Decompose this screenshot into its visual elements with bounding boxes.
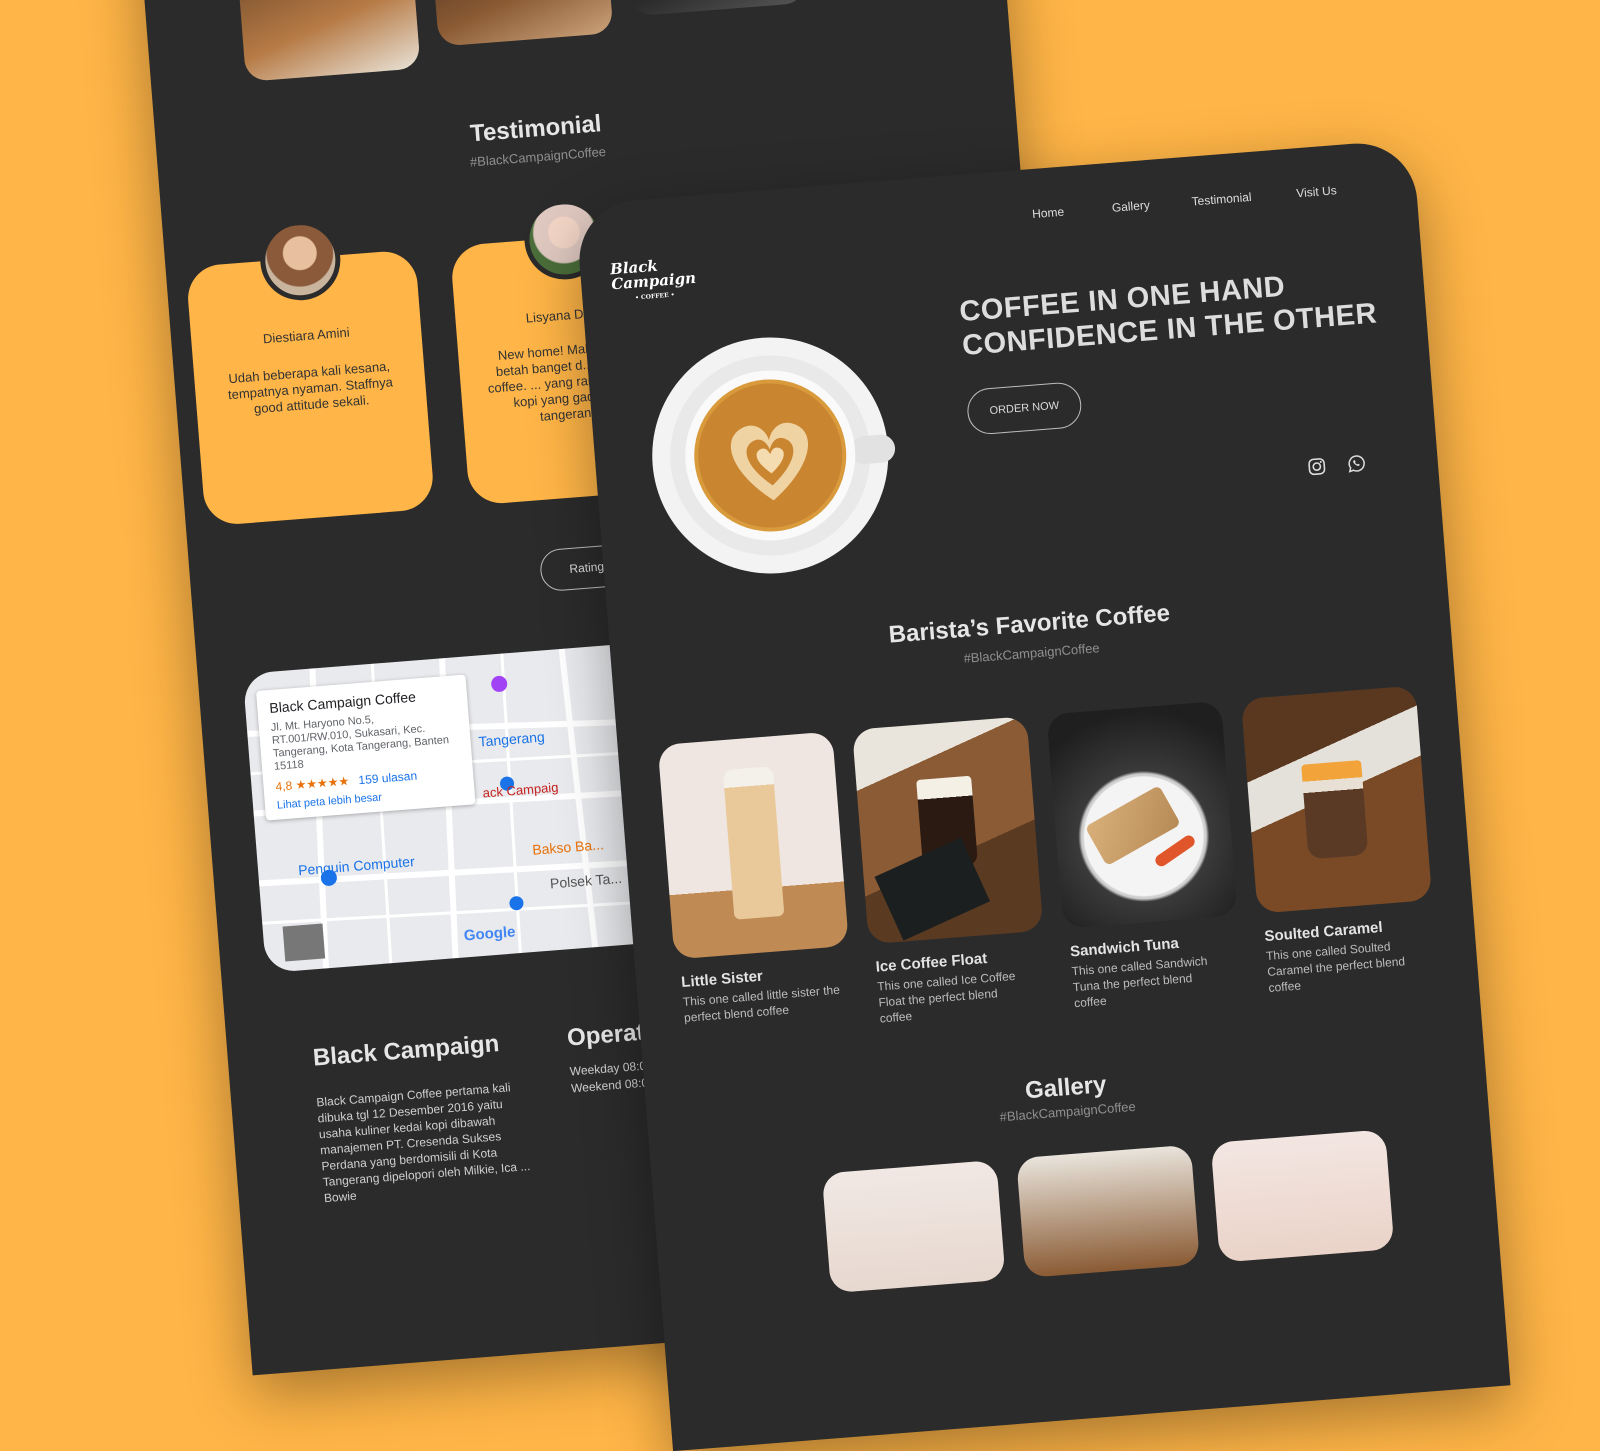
front-page: Black Campaign • COFFEE • Home Gallery T… bbox=[575, 139, 1511, 1451]
testimonial-card: Diestiara Amini Udah beberapa kali kesan… bbox=[185, 217, 436, 527]
map-stars: ★★★★★ bbox=[294, 773, 350, 793]
about-text: Black Campaign Coffee pertama kali dibuk… bbox=[315, 1080, 531, 1206]
gallery-thumb[interactable] bbox=[1016, 1144, 1201, 1278]
logo[interactable]: Black Campaign • COFFEE • bbox=[609, 256, 698, 308]
nav-gallery[interactable]: Gallery bbox=[1111, 198, 1150, 215]
instagram-icon[interactable] bbox=[1307, 457, 1326, 476]
hero-coffee-image bbox=[641, 326, 899, 584]
testimonial-text: Udah beberapa kali kesana, tempatnya nya… bbox=[227, 358, 394, 417]
map-info-card: Black Campaign Coffee Jl. Mt. Haryono No… bbox=[256, 674, 476, 821]
gallery-thumb[interactable] bbox=[428, 0, 614, 47]
gallery-thumb[interactable] bbox=[623, 0, 807, 17]
gallery-thumb[interactable] bbox=[821, 1159, 1006, 1294]
order-now-button[interactable]: ORDER NOW bbox=[965, 380, 1083, 436]
sauce-shape bbox=[1153, 833, 1197, 869]
cup-shape bbox=[1301, 760, 1369, 860]
product-image-sandwich-tuna[interactable] bbox=[1046, 700, 1238, 929]
nav-visit-us[interactable]: Visit Us bbox=[1296, 183, 1337, 200]
product-image-ice-coffee-float[interactable] bbox=[852, 716, 1044, 945]
product-name: Little Sister bbox=[680, 967, 764, 992]
nav-home[interactable]: Home bbox=[1032, 205, 1065, 221]
about-title: Black Campaign bbox=[311, 1030, 501, 1072]
product-image-little-sister[interactable] bbox=[657, 731, 849, 960]
gallery-thumb[interactable] bbox=[234, 0, 421, 82]
avatar bbox=[257, 217, 344, 304]
product-desc: This one called Sandwich Tuna the perfec… bbox=[1071, 953, 1208, 1011]
gallery-thumb[interactable] bbox=[1210, 1129, 1395, 1263]
product-desc: This one called Soulted Caramel the perf… bbox=[1265, 939, 1406, 995]
testimonial-name: Diestiara Amini bbox=[262, 324, 351, 347]
whatsapp-icon[interactable] bbox=[1347, 454, 1366, 473]
product-image-soulted-caramel[interactable] bbox=[1240, 685, 1433, 914]
nav-testimonial[interactable]: Testimonial bbox=[1191, 190, 1252, 209]
map-address: Jl. Mt. Haryono No.5, RT.001/RW.010, Suk… bbox=[270, 713, 450, 773]
map-rating: 4,8 bbox=[275, 778, 293, 794]
map-reviews[interactable]: 159 ulasan bbox=[358, 769, 418, 788]
bottle-shape bbox=[722, 766, 785, 920]
hero-headline: COFFEE IN ONE HAND CONFIDENCE IN THE OTH… bbox=[958, 263, 1378, 363]
product-desc: This one called Ice Coffee Float the per… bbox=[876, 968, 1016, 1026]
